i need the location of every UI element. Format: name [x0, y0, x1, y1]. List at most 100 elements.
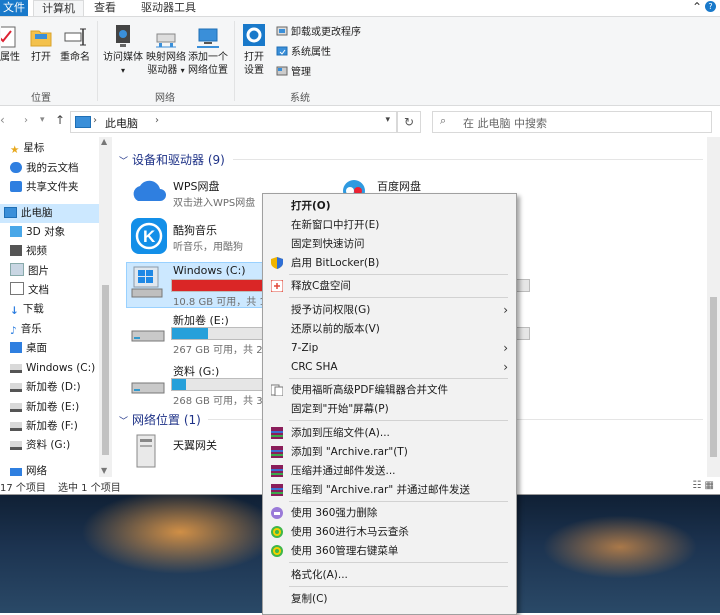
drive-icon — [10, 441, 22, 450]
devices-section-header[interactable]: ﹀ 设备和驱动器 (9) — [119, 151, 225, 168]
nav-item-drive-f[interactable]: 新加卷 (F:) — [10, 417, 78, 436]
access-media-button[interactable]: 访问媒体 ▾ — [102, 23, 144, 77]
menu-open[interactable]: 打开(O) — [263, 197, 516, 216]
item-count: 17 个项目 — [0, 483, 46, 494]
collapse-chevron-icon[interactable]: ﹀ — [119, 157, 128, 167]
collapse-ribbon-icon[interactable]: ⌃ — [692, 0, 702, 15]
menu-compress-email[interactable]: 压缩并通过邮件发送... — [263, 462, 516, 481]
section-divider — [233, 159, 703, 160]
nav-item-this-pc[interactable]: 此电脑 — [0, 204, 101, 223]
search-icon: ⌕ — [440, 114, 447, 127]
nav-label: 文档 — [28, 284, 49, 296]
content-scrollbar[interactable] — [707, 137, 720, 477]
open-settings-button[interactable]: 打开 设置 — [240, 23, 268, 77]
nav-item-drive-g[interactable]: 资料 (G:) — [10, 436, 70, 455]
rename-button[interactable]: 重命名 — [58, 25, 92, 64]
shield-icon — [271, 257, 283, 269]
search-box[interactable]: ⌕ 在 此电脑 中搜索 — [432, 111, 712, 133]
menu-crc-sha[interactable]: CRC SHA › — [263, 358, 516, 377]
nav-item-drive-e[interactable]: 新加卷 (E:) — [10, 398, 79, 417]
nav-item-3d-objects[interactable]: 3D 对象 — [10, 223, 65, 242]
nav-item-cloud-docs[interactable]: 我的云文档 — [10, 159, 79, 178]
nav-item-videos[interactable]: 视频 — [10, 242, 47, 261]
menu-360-force-delete[interactable]: 使用 360强力删除 — [263, 504, 516, 523]
scroll-up-icon[interactable]: ▲ — [101, 137, 107, 146]
content-scroll-thumb[interactable] — [710, 297, 717, 457]
map-drive-label-2: 驱动器 — [147, 65, 178, 76]
menu-label: CRC SHA — [291, 361, 338, 373]
nav-item-shared-folder[interactable]: 共享文件夹 — [10, 178, 79, 197]
nav-label: 桌面 — [26, 342, 47, 354]
menu-label: 压缩并通过邮件发送... — [291, 465, 396, 477]
menu-enable-bitlocker[interactable]: 启用 BitLocker(B) — [263, 254, 516, 273]
scroll-down-icon[interactable]: ▼ — [101, 466, 107, 475]
breadcrumb-this-pc[interactable]: 此电脑 — [105, 115, 138, 131]
nav-item-documents[interactable]: 文档 — [10, 281, 49, 300]
menu-label: 添加到 "Archive.rar"(T) — [291, 446, 408, 458]
nav-item-pictures[interactable]: 图片 — [10, 262, 49, 281]
menu-free-c-space[interactable]: 释放C盘空间 — [263, 277, 516, 296]
open-button[interactable]: 打开 — [28, 25, 54, 64]
menu-360-manage-context[interactable]: 使用 360管理右键菜单 — [263, 542, 516, 561]
menu-label: 格式化(A)... — [291, 569, 348, 581]
menu-open-new-window[interactable]: 在新窗口中打开(E) — [263, 216, 516, 235]
nav-label: 音乐 — [20, 323, 42, 335]
menu-compress-rar-email[interactable]: 压缩到 "Archive.rar" 并通过邮件发送 — [263, 481, 516, 500]
menu-format[interactable]: 格式化(A)... — [263, 566, 516, 585]
menu-add-to-archive-rar[interactable]: 添加到 "Archive.rar"(T) — [263, 443, 516, 462]
menu-separator — [289, 501, 508, 502]
menu-7zip[interactable]: 7-Zip › — [263, 339, 516, 358]
back-icon[interactable]: ‹ — [0, 113, 5, 127]
address-dropdown-icon[interactable]: ▾ — [385, 115, 390, 125]
menu-pin-start[interactable]: 固定到"开始"屏幕(P) — [263, 400, 516, 419]
nav-scroll-thumb[interactable] — [102, 285, 109, 455]
breadcrumb-chevron-icon[interactable]: › — [93, 115, 97, 126]
menu-360-trojan-scan[interactable]: 使用 360进行木马云查杀 — [263, 523, 516, 542]
drive-icon — [10, 383, 22, 392]
tab-view[interactable]: 查看 — [86, 0, 124, 16]
network-section-header[interactable]: ﹀ 网络位置 (1) — [119, 411, 201, 428]
uninstall-program-button[interactable]: 卸载或更改程序 — [276, 25, 361, 40]
menu-restore-versions[interactable]: 还原以前的版本(V) — [263, 320, 516, 339]
nav-scrollbar[interactable]: ▲ ▼ — [99, 137, 112, 477]
nav-item-music[interactable]: ♪ 音乐 — [10, 320, 42, 339]
devices-header-label: 设备和驱动器 (9) — [132, 153, 225, 167]
nav-item-drive-c[interactable]: Windows (C:) — [10, 359, 95, 378]
nav-item-drive-d[interactable]: 新加卷 (D:) — [10, 378, 81, 397]
tab-drive-tools[interactable]: 驱动器工具 — [133, 0, 204, 16]
nav-label: 我的云文档 — [26, 162, 79, 174]
360-security-icon — [271, 545, 283, 557]
uninstall-label: 卸载或更改程序 — [291, 27, 361, 38]
view-toggle-icons[interactable]: ☷ ▦ — [692, 480, 714, 491]
add-network-location-button[interactable]: 添加一个 网络位置 — [188, 27, 228, 77]
nav-label: 图片 — [28, 265, 49, 277]
properties-button[interactable]: 属性 — [0, 25, 20, 64]
submenu-arrow-icon: › — [503, 341, 508, 355]
refresh-button[interactable]: ↻ — [397, 111, 421, 133]
nav-label: 此电脑 — [21, 207, 53, 219]
menu-copy[interactable]: 复制(C) — [263, 590, 516, 609]
nav-item-downloads[interactable]: ↓ 下载 — [10, 300, 44, 319]
menu-grant-access[interactable]: 授予访问权限(G) › — [263, 301, 516, 320]
help-icon[interactable]: ? — [705, 1, 716, 12]
menu-add-to-archive[interactable]: 添加到压缩文件(A)... — [263, 424, 516, 443]
recent-chevron-icon[interactable]: ▾ — [40, 115, 45, 125]
tab-file[interactable]: 文件 — [0, 0, 28, 16]
wps-subtitle: 双击进入WPS网盘 — [173, 198, 256, 209]
menu-separator — [289, 420, 508, 421]
tab-computer[interactable]: 计算机 — [33, 0, 84, 17]
nav-item-starred[interactable]: ★ 星标 — [10, 139, 44, 158]
map-drive-button[interactable]: 映射网络 驱动器 ▾ — [145, 29, 187, 77]
nav-item-desktop[interactable]: 桌面 — [10, 339, 47, 358]
nav-label: 网络 — [26, 465, 47, 477]
forward-icon[interactable]: › — [24, 115, 28, 126]
menu-foxit-merge[interactable]: 使用福昕高级PDF编辑器合并文件 — [263, 381, 516, 400]
up-arrow-icon[interactable]: ↑ — [55, 113, 65, 127]
system-properties-button[interactable]: 系统属性 — [276, 45, 331, 60]
breadcrumb-chevron-icon[interactable]: › — [155, 115, 159, 126]
menu-pin-quick-access[interactable]: 固定到快速访问 — [263, 235, 516, 254]
manage-button[interactable]: 管理 — [276, 65, 311, 80]
address-bar[interactable]: › 此电脑 › ▾ — [70, 111, 397, 133]
collapse-chevron-icon[interactable]: ﹀ — [119, 417, 128, 427]
drive-g-usage-bar — [171, 378, 263, 391]
